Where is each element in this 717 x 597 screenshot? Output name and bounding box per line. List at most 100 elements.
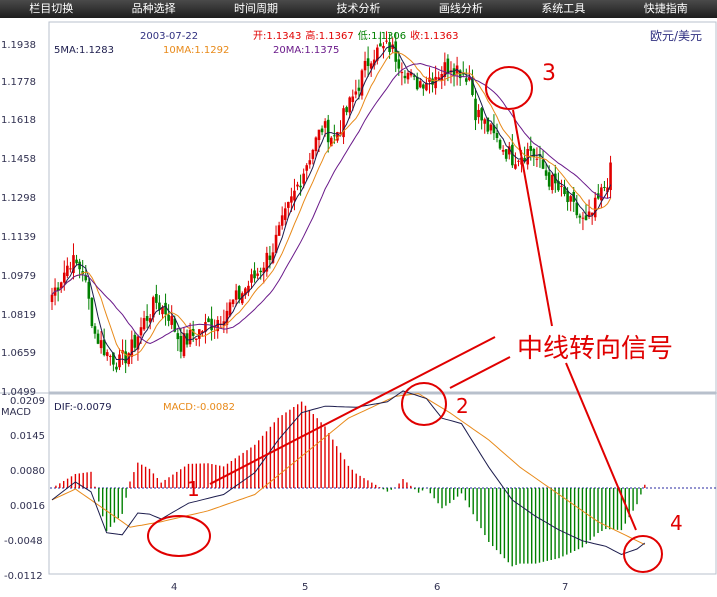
ma5-legend: 5MA:1.1283 — [54, 45, 114, 56]
marker-1: 1 — [187, 477, 200, 501]
candle-body — [323, 121, 327, 128]
price-tick: 1.1778 — [1, 77, 36, 88]
candle-body — [237, 286, 241, 300]
macd-tick: 0.0080 — [10, 466, 45, 477]
candle-body — [495, 133, 499, 138]
candle-body — [62, 272, 66, 283]
month-label: 6 — [434, 582, 440, 593]
candle-body — [400, 72, 404, 74]
candle-body — [406, 72, 410, 80]
menu-item-0[interactable]: 栏目切换 — [0, 0, 102, 18]
candle-body — [155, 293, 158, 303]
candle-body — [145, 316, 149, 321]
candle-body — [326, 119, 330, 143]
candle-body — [418, 81, 422, 88]
candle-body — [231, 299, 235, 305]
marker-2: 2 — [456, 394, 469, 418]
menu-item-2[interactable]: 时间周期 — [205, 0, 307, 18]
price-tick: 1.0819 — [1, 310, 36, 321]
candle-body — [581, 217, 585, 219]
candle-body — [305, 165, 309, 171]
candle-body — [517, 160, 520, 162]
candle-body — [351, 96, 355, 103]
candle-body — [256, 273, 259, 276]
candle-body — [299, 185, 302, 188]
menu-bar: 栏目切换 品种选择 时间周期 技术分析 画线分析 系统工具 快捷指南 — [0, 0, 717, 18]
menu-item-5[interactable]: 系统工具 — [512, 0, 614, 18]
candle-body — [290, 196, 293, 203]
candle-body — [483, 119, 487, 124]
candle-body — [547, 172, 551, 187]
candle-body — [544, 170, 548, 176]
month-label: 5 — [302, 582, 308, 593]
candle-body — [541, 159, 545, 169]
candle-body — [176, 333, 180, 340]
candle-body — [354, 91, 358, 95]
candle-body — [575, 202, 579, 216]
candle-body — [600, 187, 603, 201]
macd-tick: -0.0048 — [4, 536, 43, 547]
candle-body — [504, 149, 508, 159]
candle-body — [529, 146, 533, 151]
candle-body — [446, 58, 450, 74]
menu-item-3[interactable]: 技术分析 — [307, 0, 409, 18]
candle-body — [75, 259, 78, 264]
candle-body — [280, 215, 284, 226]
menu-item-6[interactable]: 快捷指南 — [615, 0, 717, 18]
candle-body — [535, 158, 539, 160]
candle-body — [498, 140, 502, 149]
ma10-legend: 10MA:1.1292 — [163, 45, 229, 56]
candle-body — [207, 318, 210, 323]
candle-body — [170, 316, 173, 325]
candle-body — [477, 109, 480, 118]
candle-body — [253, 270, 256, 279]
candle-body — [397, 59, 401, 69]
candle-body — [403, 75, 407, 79]
candle-body — [194, 338, 198, 340]
price-tick: 1.0659 — [1, 348, 36, 359]
candle-body — [363, 60, 367, 71]
candle-body — [394, 41, 398, 62]
candle-body — [167, 314, 170, 321]
dif-legend: DIF:-0.0079 — [54, 402, 112, 413]
candle-body — [164, 302, 167, 315]
candle-body — [115, 366, 118, 370]
candle-body — [569, 196, 572, 202]
price-tick: 1.1298 — [1, 193, 36, 204]
candle-body — [142, 318, 146, 330]
price-tick: 1.1139 — [1, 232, 36, 243]
candle-body — [118, 354, 121, 368]
candle-body — [348, 97, 351, 113]
candle-body — [593, 197, 597, 218]
candle-body — [333, 135, 336, 137]
macd-title: MACD — [1, 407, 31, 418]
candle-body — [489, 124, 493, 131]
candle-body — [210, 318, 213, 331]
month-label: 7 — [562, 582, 568, 593]
candle-body — [179, 336, 183, 352]
price-tick: 1.1938 — [1, 40, 36, 51]
candle-body — [366, 58, 370, 67]
menu-item-1[interactable]: 品种选择 — [102, 0, 204, 18]
candle-body — [302, 173, 305, 184]
menu-item-4[interactable]: 画线分析 — [410, 0, 512, 18]
price-tick: 1.0979 — [1, 271, 36, 282]
price-tick: 1.1458 — [1, 154, 36, 165]
quote-date: 2003-07-22 — [140, 31, 198, 42]
candle-body — [109, 356, 112, 358]
candle-body — [345, 107, 348, 113]
candle-body — [99, 340, 103, 349]
candle-body — [480, 108, 483, 121]
candle-body — [69, 268, 72, 270]
candle-body — [93, 326, 97, 334]
candle-body — [382, 45, 385, 49]
candle-body — [90, 298, 94, 327]
candle-body — [379, 43, 382, 47]
candle-body — [268, 255, 272, 260]
candle-body — [139, 327, 143, 336]
candle-body — [560, 185, 563, 187]
candle-body — [385, 40, 388, 42]
macd-tick: -0.0112 — [4, 571, 43, 582]
candle-body — [105, 352, 109, 357]
marker-3: 3 — [542, 61, 556, 86]
